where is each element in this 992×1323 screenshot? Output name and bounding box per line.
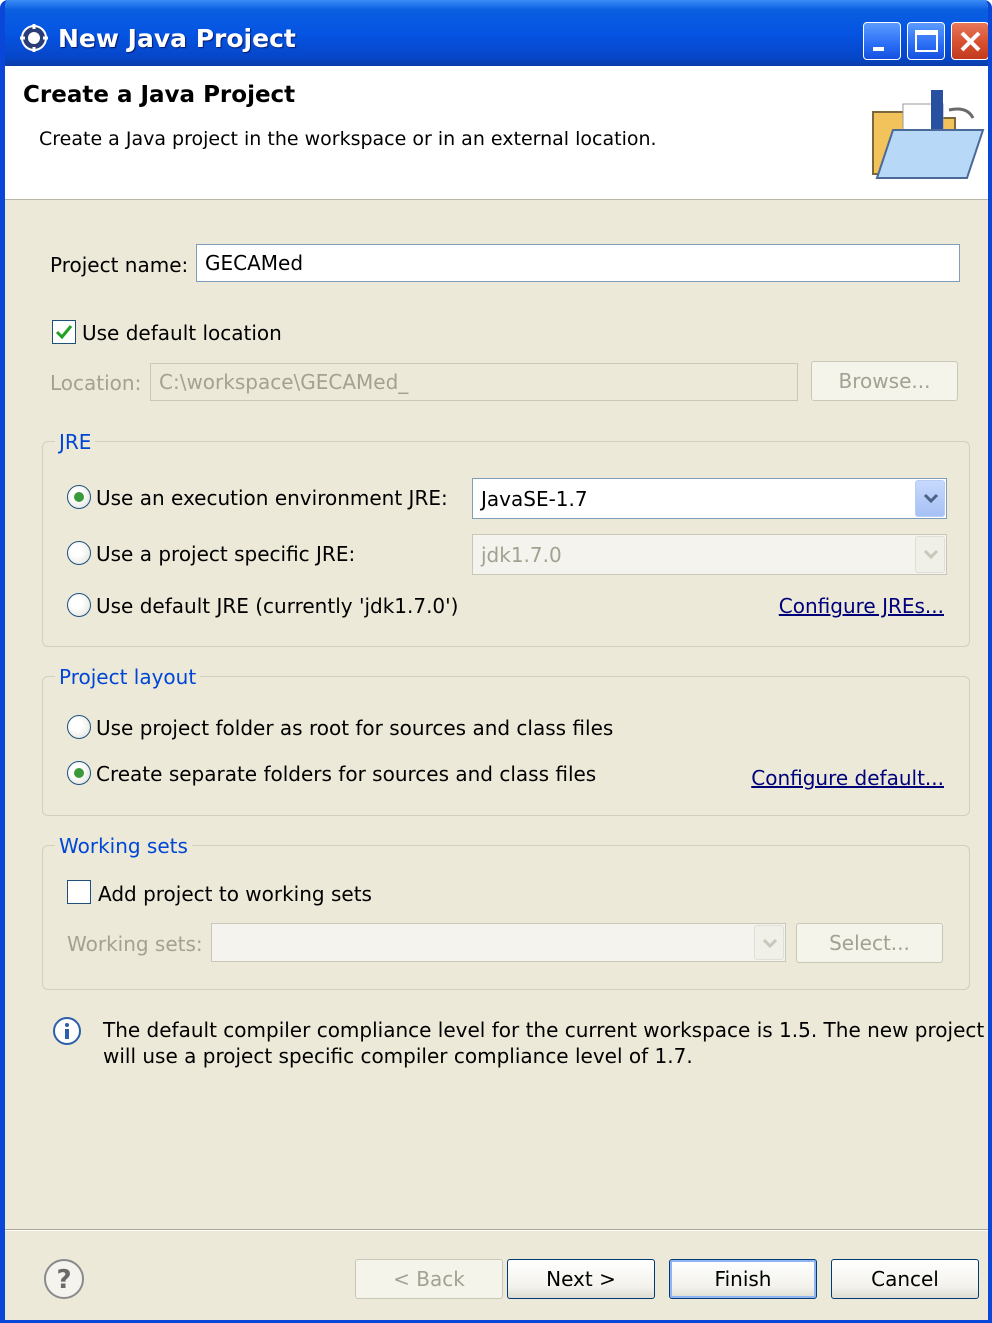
project-name-label: Project name: (50, 253, 189, 277)
project-layout-group (42, 676, 970, 816)
wizard-title: Create a Java Project (23, 82, 296, 108)
wizard-description: Create a Java project in the workspace o… (39, 128, 657, 150)
exec-env-jre-radio[interactable] (67, 485, 91, 509)
window-title: New Java Project (58, 24, 296, 53)
info-line-1: The default compiler compliance level fo… (103, 1018, 985, 1042)
minimize-button[interactable] (863, 22, 901, 60)
working-sets-group (42, 845, 970, 990)
chevron-down-icon (923, 549, 939, 560)
project-specific-jre-value: jdk1.7.0 (481, 543, 562, 567)
svg-text:?: ? (56, 1265, 71, 1295)
add-to-working-sets-checkbox[interactable] (67, 880, 91, 904)
back-button[interactable]: < Back (355, 1259, 503, 1299)
project-name-input[interactable]: GECAMed (196, 244, 960, 282)
default-jre-radio[interactable] (67, 593, 91, 617)
location-label: Location: (50, 371, 142, 395)
info-icon (53, 1017, 81, 1045)
java-project-folder-icon (872, 90, 985, 179)
browse-button[interactable]: Browse... (811, 361, 958, 401)
add-to-working-sets-label: Add project to working sets (98, 882, 372, 906)
minimize-icon (873, 47, 884, 51)
footer-separator (5, 1229, 988, 1231)
chevron-down-icon (762, 938, 778, 949)
location-input[interactable]: C:\workspace\GECAMed_ (150, 363, 798, 401)
dropdown-button[interactable] (754, 925, 784, 960)
separate-folders-radio[interactable] (67, 761, 91, 785)
help-icon[interactable]: ? (43, 1258, 85, 1300)
working-sets-label: Working sets: (67, 932, 203, 956)
project-specific-jre-select[interactable]: jdk1.7.0 (472, 534, 947, 575)
folder-as-root-radio[interactable] (67, 715, 91, 739)
jre-group-title: JRE (55, 430, 96, 454)
project-specific-jre-label: Use a project specific JRE: (96, 542, 356, 566)
close-button[interactable] (951, 22, 988, 60)
info-line-2: will use a project specific compiler com… (103, 1044, 693, 1068)
working-sets-group-title: Working sets (55, 834, 192, 858)
default-jre-label: Use default JRE (currently 'jdk1.7.0') (96, 594, 459, 618)
configure-jres-link[interactable]: Configure JREs... (779, 594, 944, 618)
cancel-button[interactable]: Cancel (831, 1259, 979, 1299)
wizard-header: Create a Java Project Create a Java proj… (5, 66, 988, 200)
title-bar[interactable]: New Java Project (5, 0, 988, 66)
configure-default-link[interactable]: Configure default... (751, 766, 944, 790)
close-icon (960, 31, 981, 52)
maximize-button[interactable] (907, 22, 945, 60)
exec-env-select[interactable]: JavaSE-1.7 (472, 478, 947, 519)
next-button[interactable]: Next > (507, 1259, 655, 1299)
project-layout-group-title: Project layout (55, 665, 201, 689)
chevron-down-icon (923, 493, 939, 504)
dropdown-button[interactable] (915, 480, 945, 517)
folder-as-root-label: Use project folder as root for sources a… (96, 716, 614, 740)
exec-env-value: JavaSE-1.7 (481, 487, 588, 511)
use-default-location-checkbox[interactable] (52, 320, 76, 344)
checkmark-icon (55, 325, 73, 340)
eclipse-gear-icon (20, 24, 48, 52)
new-java-project-dialog: New Java Project Create a Java Project C… (0, 0, 992, 1323)
working-sets-select[interactable] (211, 923, 786, 962)
maximize-icon (915, 30, 938, 52)
select-working-sets-button[interactable]: Select... (796, 923, 943, 963)
use-default-location-label: Use default location (82, 321, 282, 345)
exec-env-jre-label: Use an execution environment JRE: (96, 486, 448, 510)
dropdown-button[interactable] (915, 536, 945, 573)
separate-folders-label: Create separate folders for sources and … (96, 762, 597, 786)
finish-button[interactable]: Finish (669, 1259, 817, 1299)
project-specific-jre-radio[interactable] (67, 541, 91, 565)
